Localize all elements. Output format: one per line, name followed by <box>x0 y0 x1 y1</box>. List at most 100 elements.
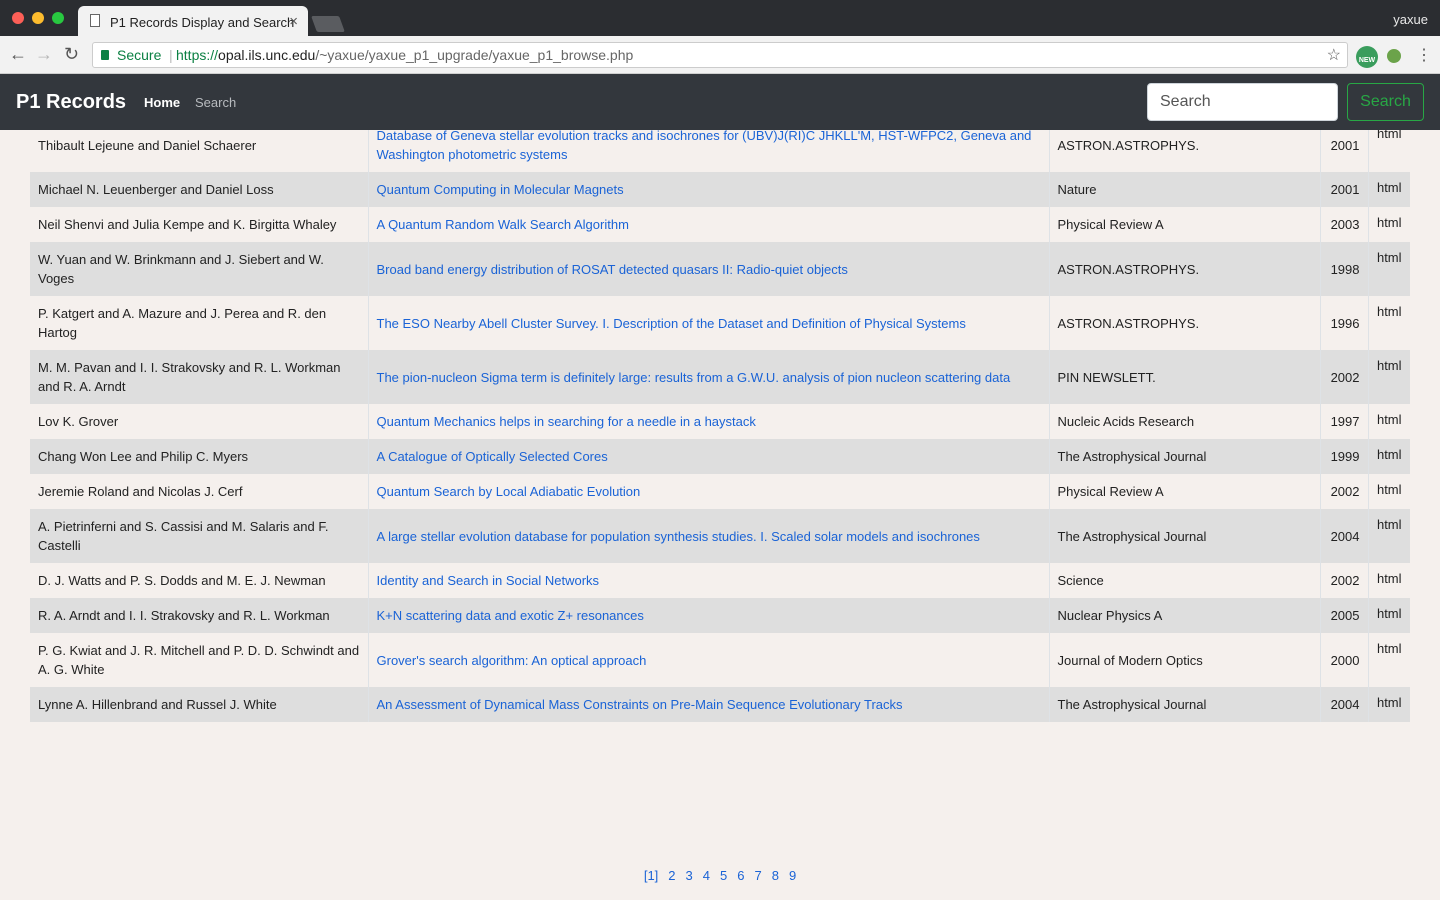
record-journal: The Astrophysical Journal <box>1057 697 1207 712</box>
record-year: 2001 <box>1330 182 1360 197</box>
page-link-current[interactable]: [1] <box>644 868 658 883</box>
browser-tab-strip: P1 Records Display and Search × yaxue <box>0 0 1440 36</box>
record-format-link[interactable]: html <box>1377 641 1402 656</box>
record-format-link[interactable]: html <box>1377 447 1402 462</box>
record-format-link[interactable]: html <box>1377 412 1402 427</box>
record-title-link[interactable]: Quantum Computing in Molecular Magnets <box>377 182 624 197</box>
nav-link-search[interactable]: Search <box>195 95 236 110</box>
record-title-link[interactable]: Quantum Search by Local Adiabatic Evolut… <box>377 484 641 499</box>
record-format-cell: html <box>1367 130 1410 172</box>
records-table: Thibault Lejeune and Daniel Schaerer Data… <box>30 130 1410 722</box>
table-row: D. J. Watts and P. S. Dodds and M. E. J.… <box>30 563 1410 598</box>
page-link[interactable]: 7 <box>754 868 761 883</box>
url-text[interactable]: https://opal.ils.unc.edu/~yaxue/yaxue_p1… <box>176 47 633 63</box>
record-format-link[interactable]: html <box>1377 606 1402 621</box>
secure-label: Secure <box>117 47 162 63</box>
table-row: R. A. Arndt and I. I. Strakovsky and R. … <box>30 598 1410 633</box>
table-row: P. Katgert and A. Mazure and J. Perea an… <box>30 296 1410 350</box>
page-link[interactable]: 5 <box>720 868 727 883</box>
record-format-cell: html <box>1367 687 1410 722</box>
new-tab-button[interactable] <box>311 16 345 32</box>
page-link[interactable]: 4 <box>703 868 710 883</box>
browser-tab-active[interactable]: P1 Records Display and Search × <box>78 6 308 36</box>
record-format-link[interactable]: html <box>1377 250 1402 265</box>
nav-link-home[interactable]: Home <box>144 95 180 110</box>
record-journal-cell: The Astrophysical Journal <box>1048 439 1320 474</box>
record-title-link[interactable]: Quantum Mechanics helps in searching for… <box>377 414 756 429</box>
browser-menu-icon[interactable]: ⋮ <box>1416 45 1432 65</box>
record-format-link[interactable]: html <box>1377 482 1402 497</box>
table-row: Chang Won Lee and Philip C. Myers A Catal… <box>30 439 1410 474</box>
record-journal: Physical Review A <box>1057 217 1164 232</box>
record-title-cell: A Catalogue of Optically Selected Cores <box>367 439 1049 474</box>
record-format-link[interactable]: html <box>1377 695 1402 710</box>
close-window-button[interactable] <box>12 12 24 24</box>
page-link[interactable]: 6 <box>737 868 744 883</box>
record-title-link[interactable]: Database of Geneva stellar evolution tra… <box>377 130 1032 162</box>
record-format-link[interactable]: html <box>1377 130 1402 141</box>
record-title-link[interactable]: A Catalogue of Optically Selected Cores <box>377 449 608 464</box>
record-title-cell: An Assessment of Dynamical Mass Constrai… <box>367 687 1049 722</box>
maximize-window-button[interactable] <box>52 12 64 24</box>
record-format-link[interactable]: html <box>1377 358 1402 373</box>
record-title-cell: A Quantum Random Walk Search Algorithm <box>367 207 1049 242</box>
record-title-link[interactable]: Broad band energy distribution of ROSAT … <box>377 262 848 277</box>
record-format-cell: html <box>1367 296 1410 350</box>
record-year: 2002 <box>1330 484 1360 499</box>
bookmark-star-icon[interactable]: ☆ <box>1327 45 1341 65</box>
page-link[interactable]: 9 <box>789 868 796 883</box>
record-year: 1998 <box>1330 261 1360 277</box>
record-author: Lynne A. Hillenbrand and Russel J. White <box>38 697 277 712</box>
record-year: 2003 <box>1330 217 1360 232</box>
url-path: /~yaxue/yaxue_p1_upgrade/yaxue_p1_browse… <box>315 47 634 63</box>
record-format-link[interactable]: html <box>1377 180 1402 195</box>
record-author-cell: P. Katgert and A. Mazure and J. Perea an… <box>30 296 368 350</box>
record-format-link[interactable]: html <box>1377 304 1402 319</box>
record-format-cell: html <box>1367 474 1410 509</box>
record-journal: Journal of Modern Optics <box>1057 652 1203 668</box>
record-title-link[interactable]: Identity and Search in Social Networks <box>377 573 600 588</box>
record-format-cell: html <box>1367 509 1410 563</box>
page-link[interactable]: 8 <box>772 868 779 883</box>
back-arrow-icon[interactable]: ← <box>9 44 27 64</box>
reload-icon[interactable]: ↻ <box>64 44 79 64</box>
close-tab-icon[interactable]: × <box>289 13 298 30</box>
record-year-cell: 1996 <box>1319 296 1368 350</box>
record-year: 2004 <box>1330 528 1360 544</box>
record-year-cell: 2001 <box>1319 172 1368 207</box>
page-link[interactable]: 2 <box>668 868 675 883</box>
record-format-link[interactable]: html <box>1377 571 1402 586</box>
profile-name[interactable]: yaxue <box>1393 12 1428 27</box>
record-title-link[interactable]: The pion-nucleon Sigma term is definitel… <box>377 370 1011 385</box>
search-input[interactable] <box>1147 83 1338 121</box>
record-title-link[interactable]: An Assessment of Dynamical Mass Constrai… <box>377 697 903 712</box>
record-title-link[interactable]: A Quantum Random Walk Search Algorithm <box>377 217 629 232</box>
record-journal: Nucleic Acids Research <box>1057 414 1195 429</box>
page-link[interactable]: 3 <box>686 868 693 883</box>
table-row: M. M. Pavan and I. I. Strakovsky and R. … <box>30 350 1410 404</box>
record-author-cell: A. Pietrinferni and S. Cassisi and M. Sa… <box>30 509 368 563</box>
record-format-cell: html <box>1367 172 1410 207</box>
extension-icon[interactable] <box>1387 49 1401 63</box>
minimize-window-button[interactable] <box>32 12 44 24</box>
record-title-cell: Quantum Search by Local Adiabatic Evolut… <box>367 474 1049 509</box>
site-brand[interactable]: P1 Records <box>16 91 126 114</box>
record-format-link[interactable]: html <box>1377 215 1402 230</box>
record-format-link[interactable]: html <box>1377 517 1402 532</box>
address-bar[interactable]: Secure | https://opal.ils.unc.edu/~yaxue… <box>92 42 1348 68</box>
record-author: Jeremie Roland and Nicolas J. Cerf <box>38 484 243 499</box>
record-author: R. A. Arndt and I. I. Strakovsky and R. … <box>38 608 330 623</box>
search-button[interactable]: Search <box>1347 83 1424 121</box>
table-row: Michael N. Leuenberger and Daniel Loss Qu… <box>30 172 1410 207</box>
record-journal: Science <box>1057 573 1104 588</box>
extension-new-icon[interactable]: NEW <box>1356 46 1378 68</box>
record-journal: ASTRON.ASTROPHYS. <box>1057 261 1200 277</box>
record-journal: Nature <box>1057 182 1097 197</box>
record-title-link[interactable]: A large stellar evolution database for p… <box>377 529 980 544</box>
record-author-cell: Thibault Lejeune and Daniel Schaerer <box>30 130 368 172</box>
record-title-link[interactable]: Grover's search algorithm: An optical ap… <box>377 653 647 668</box>
record-author-cell: Michael N. Leuenberger and Daniel Loss <box>30 172 368 207</box>
forward-arrow-icon[interactable]: → <box>35 44 53 64</box>
record-title-link[interactable]: K+N scattering data and exotic Z+ resona… <box>377 608 644 623</box>
record-title-link[interactable]: The ESO Nearby Abell Cluster Survey. I. … <box>377 316 966 331</box>
